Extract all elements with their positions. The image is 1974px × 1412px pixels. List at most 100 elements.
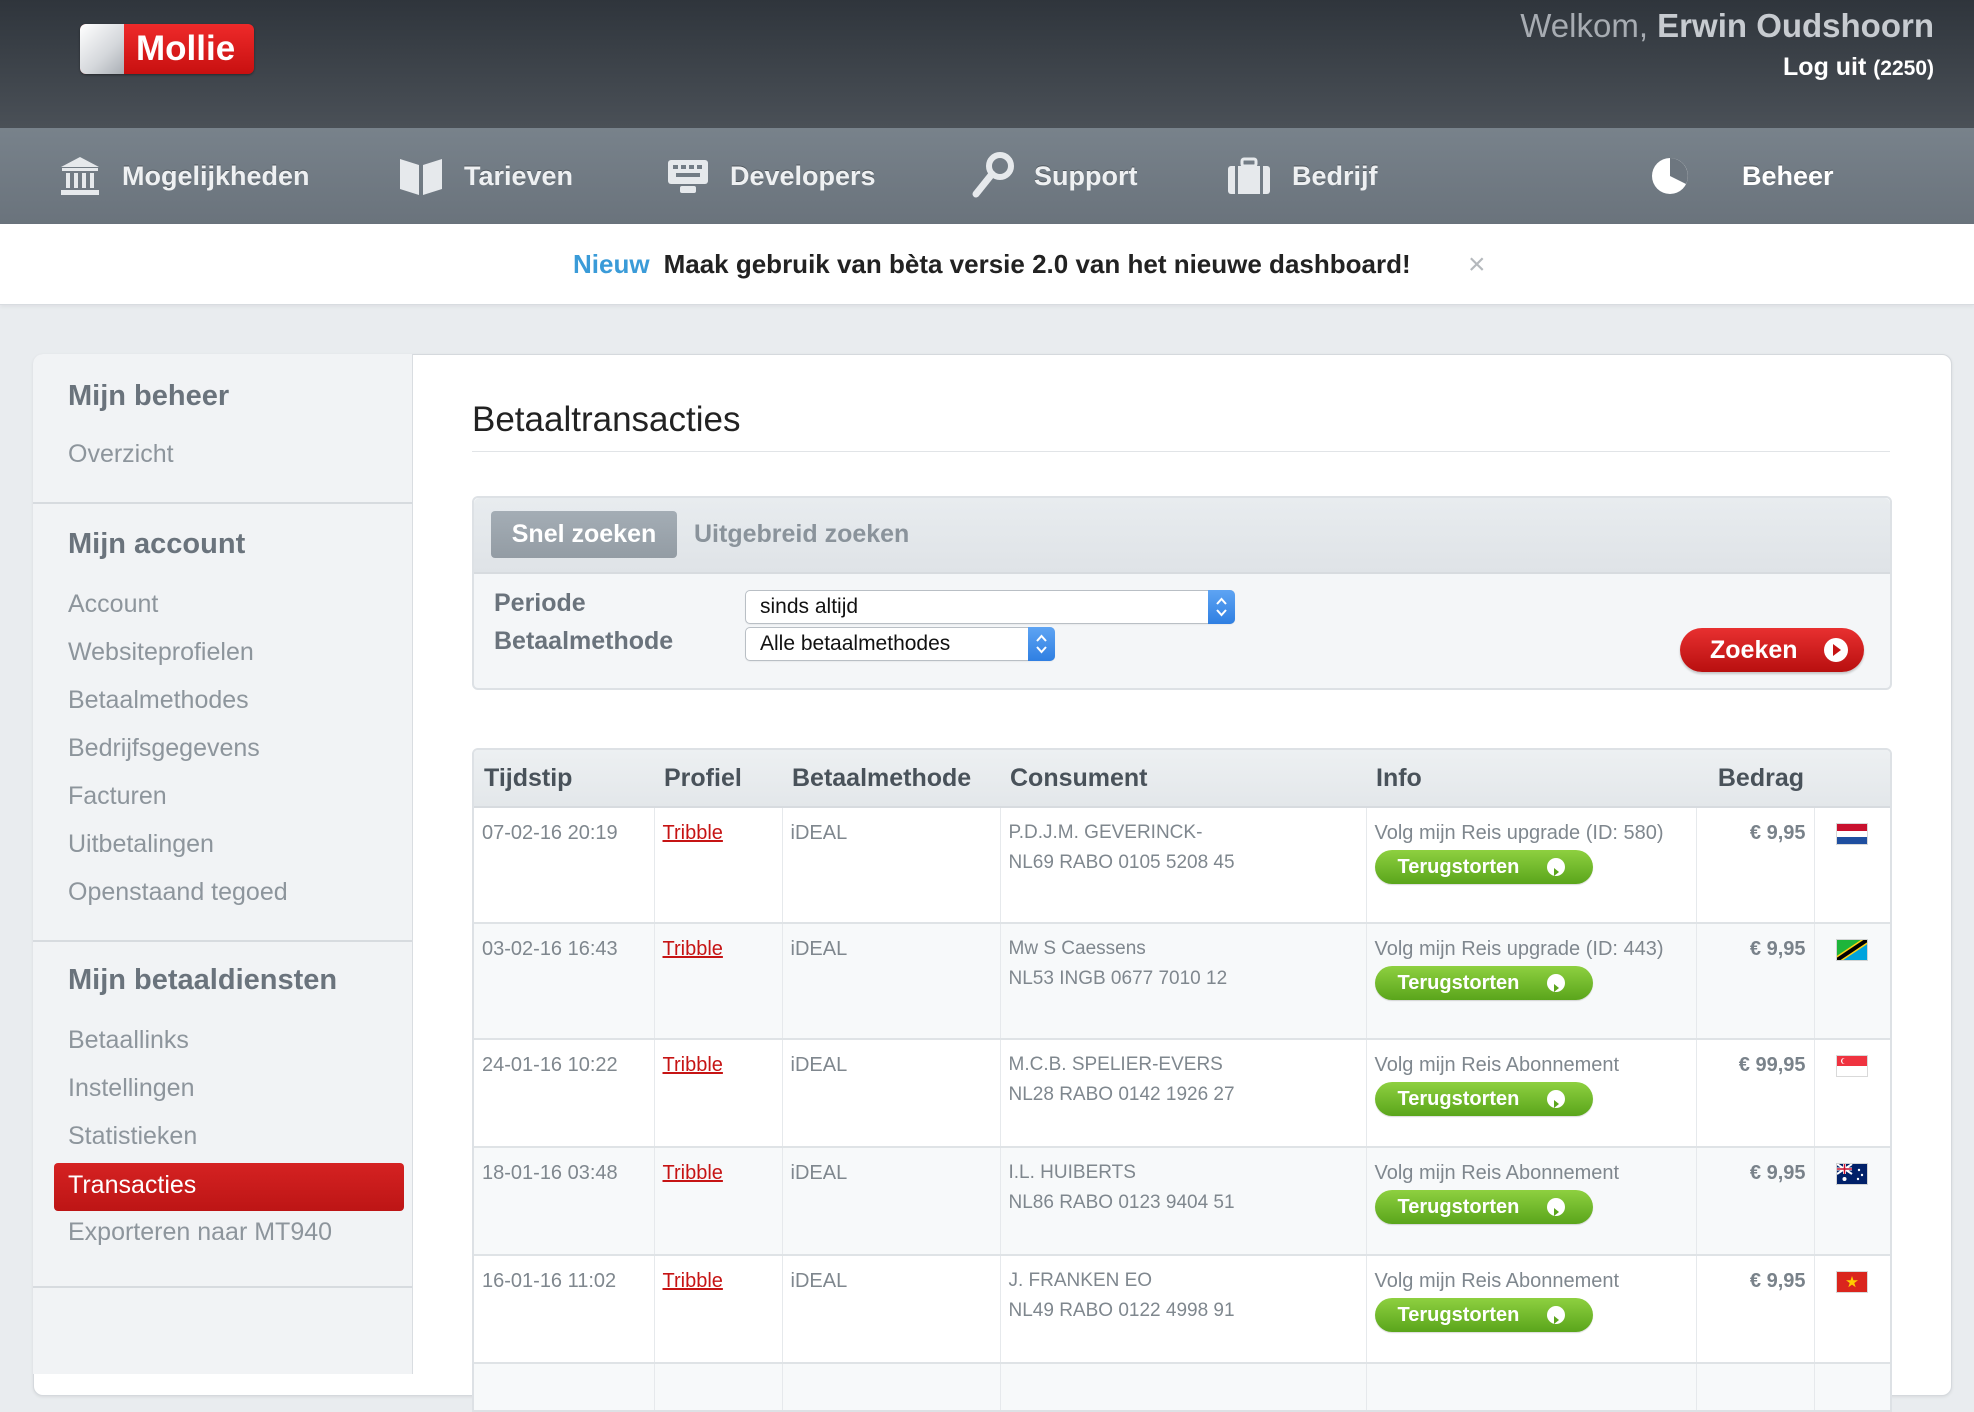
terugstorten-button[interactable]: Terugstorten [1374,966,1593,1000]
briefcase-icon [1228,157,1270,194]
zoeken-button[interactable]: Zoeken [1680,628,1864,672]
terugstorten-button[interactable]: Terugstorten [1374,1298,1593,1332]
sidebar-item-label: Transacties [68,1171,197,1199]
sidebar-item-overzicht[interactable]: Overzicht [68,440,174,469]
table-row[interactable]: 16-01-16 11:02 Tribble iDEAL J. FRANKEN … [474,1255,1890,1364]
sidebar-item-bedrijfsgegevens[interactable]: Bedrijfsgegevens [68,734,260,763]
bank-icon [61,157,99,195]
sidebar-item-exporteren-mt940[interactable]: Exporteren naar MT940 [68,1218,332,1247]
search-tabs: Snel zoeken Uitgebreid zoeken [474,498,1890,574]
cell-method: iDEAL [781,1147,1000,1256]
title-divider [472,451,1890,452]
tab-uitgebreid-zoeken[interactable]: Uitgebreid zoeken [694,511,909,558]
nav-label: Support [1034,160,1138,191]
info-text: Volg mijn Reis upgrade (ID: 580) [1374,822,1664,844]
refund-label: Terugstorten [1397,1196,1520,1218]
announcement-text[interactable]: Nieuw Maak gebruik van bèta versie 2.0 va… [573,248,1411,280]
terugstorten-button[interactable]: Terugstorten [1374,1190,1593,1224]
sidebar-section-account: Mijn account Account Websiteprofielen Be… [33,504,412,942]
nav-item-developers[interactable]: Developers [666,128,876,224]
zoeken-label: Zoeken [1710,636,1798,664]
sidebar-item-transacties[interactable]: Transacties [54,1163,404,1211]
terugstorten-button[interactable]: Terugstorten [1374,1082,1593,1116]
consumer-name: P.D.J.M. GEVERINCK- [1008,822,1203,843]
sidebar-item-statistieken[interactable]: Statistieken [68,1122,197,1151]
nav-item-support[interactable]: Support [970,128,1137,224]
cell-method: iDEAL [781,1039,1000,1148]
sidebar-section-beheer: Mijn beheer Overzicht [33,354,412,504]
cell-time: 24-01-16 10:22 [474,1039,654,1148]
cell-method: iDEAL [781,807,1000,924]
column-header-tijdstip[interactable]: Tijdstip [474,750,654,808]
announcement-message: Maak gebruik van bèta versie 2.0 van het… [663,249,1411,279]
table-row[interactable] [474,1363,1890,1410]
nav-item-bedrijf[interactable]: Bedrijf [1226,128,1378,224]
singapore-flag-icon [1837,1056,1868,1076]
nav-label: Bedrijf [1292,160,1378,191]
cell-profile: Tribble [653,1255,782,1364]
sidebar-section-betaaldiensten: Mijn betaaldiensten Betaallinks Instelli… [33,942,412,1288]
table-row[interactable]: 18-01-16 03:48 Tribble iDEAL I.L. HUIBER… [474,1147,1890,1256]
table-row[interactable]: 03-02-16 16:43 Tribble iDEAL Mw S Caesse… [474,923,1890,1040]
netherlands-flag-icon [1837,824,1868,844]
table-row[interactable]: 07-02-16 20:19 Tribble iDEAL P.D.J.M. GE… [474,807,1890,924]
column-header-info[interactable]: Info [1366,750,1696,808]
nav-label: Developers [730,160,876,191]
sidebar-item-betaallinks[interactable]: Betaallinks [68,1026,189,1055]
terugstorten-button[interactable]: Terugstorten [1374,850,1593,884]
arrow-right-icon [1546,1198,1565,1216]
cell-info: Volg mijn Reis upgrade (ID: 443) Terugst… [1365,923,1696,1040]
nav-label: Beheer [1742,160,1834,191]
column-header-profiel[interactable]: Profiel [654,750,782,808]
close-icon[interactable]: × [1468,250,1486,280]
logo-cube-icon [80,24,124,74]
betaalmethode-value: Alle betaalmethodes [760,632,951,655]
new-badge: Nieuw [573,249,650,279]
cell-profile: Tribble [653,807,782,924]
transactions-table: Tijdstip Profiel Betaalmethode Consument… [472,748,1892,1412]
mollie-logo[interactable]: Mollie [80,24,254,74]
nav-item-mogelijkheden[interactable]: Mogelijkheden [58,128,310,224]
tab-snel-zoeken[interactable]: Snel zoeken [491,511,677,558]
consumer-name: M.C.B. SPELIER-EVERS [1008,1054,1223,1075]
select-arrows-icon [1208,590,1235,624]
sidebar-section-title: Mijn betaaldiensten [68,964,338,996]
cell-consumer: Mw S Caessens NL53 INGB 0677 7010 12 [999,923,1366,1040]
cell-flag [1813,1147,1890,1256]
column-header-consument[interactable]: Consument [1000,750,1366,808]
sidebar-item-openstaand-tegoed[interactable]: Openstaand tegoed [68,878,288,907]
periode-select[interactable]: sinds altijd [745,590,1235,624]
sidebar-item-instellingen[interactable]: Instellingen [68,1074,194,1103]
column-header-bedrag[interactable]: Bedrag [1696,750,1814,808]
cell-info: Volg mijn Reis upgrade (ID: 580) Terugst… [1365,807,1696,924]
cell-amount: € 99,95 [1695,1039,1814,1148]
nav-item-beheer[interactable]: Beheer [1650,128,1834,224]
sidebar-item-uitbetalingen[interactable]: Uitbetalingen [68,830,214,859]
sidebar-item-account[interactable]: Account [68,590,158,619]
logout-link[interactable]: Log uit (2250) [1783,52,1934,84]
table-row[interactable]: 24-01-16 10:22 Tribble iDEAL M.C.B. SPEL… [474,1039,1890,1148]
column-header-betaalmethode[interactable]: Betaalmethode [782,750,1000,808]
profile-link[interactable]: Tribble [663,822,723,844]
consumer-iban: NL28 RABO 0142 1926 27 [1008,1084,1235,1105]
sidebar-item-betaalmethodes[interactable]: Betaalmethodes [68,686,249,715]
sidebar-item-websiteprofielen[interactable]: Websiteprofielen [68,638,254,667]
info-text: Volg mijn Reis Abonnement [1374,1162,1620,1184]
info-text: Volg mijn Reis upgrade (ID: 443) [1374,938,1664,960]
consumer-iban: NL53 INGB 0677 7010 12 [1008,968,1228,989]
profile-link[interactable]: Tribble [663,1270,723,1292]
consumer-name: J. FRANKEN EO [1008,1270,1153,1291]
profile-link[interactable]: Tribble [663,938,723,960]
arrow-right-icon [1546,858,1565,876]
column-header-flag [1814,750,1890,808]
profile-link[interactable]: Tribble [663,1054,723,1076]
profile-link[interactable]: Tribble [663,1162,723,1184]
sidebar-item-facturen[interactable]: Facturen [68,782,167,811]
betaalmethode-select[interactable]: Alle betaalmethodes [745,627,1055,661]
periode-label: Periode [494,589,586,617]
cell-info: Volg mijn Reis Abonnement Terugstorten [1365,1255,1696,1364]
cell-profile: Tribble [653,923,782,1040]
nav-item-tarieven[interactable]: Tarieven [398,128,573,224]
consumer-name: Mw S Caessens [1008,938,1146,959]
vietnam-flag-icon [1837,1272,1868,1292]
